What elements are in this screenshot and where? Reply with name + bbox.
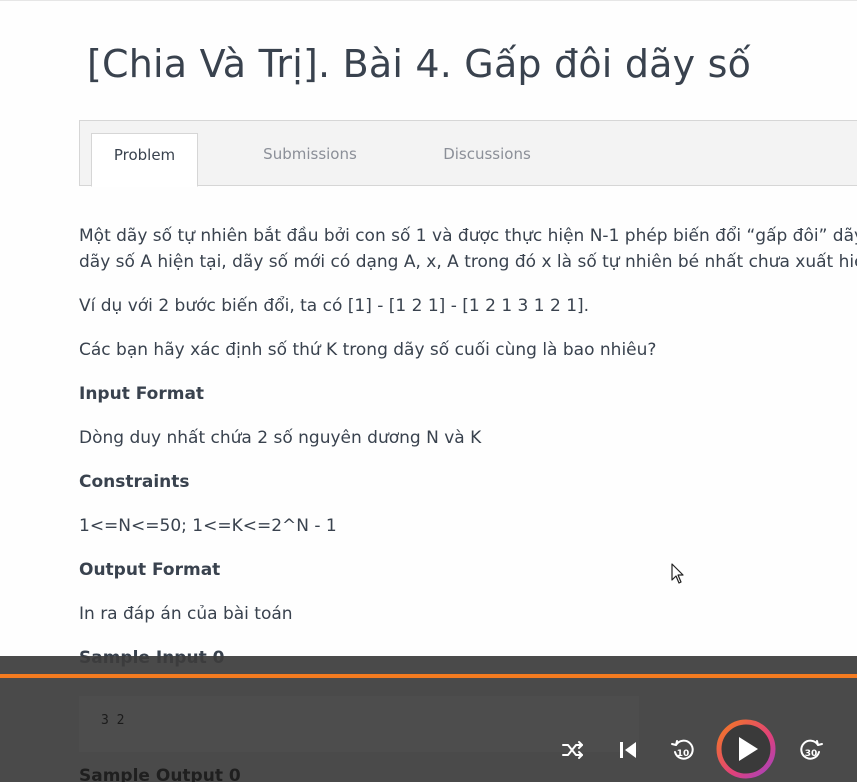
play-button[interactable]: [715, 718, 777, 780]
tab-problem[interactable]: Problem: [91, 133, 198, 187]
problem-intro-line-2: dãy số A hiện tại, dãy số mới có dạng A,…: [79, 252, 857, 272]
skip-previous-button[interactable]: [614, 736, 642, 764]
forward-30-label: 30: [805, 749, 818, 759]
rewind-10-button[interactable]: 10: [668, 735, 698, 765]
forward-30-button[interactable]: 30: [796, 735, 826, 765]
playback-progress-bar[interactable]: [0, 674, 857, 678]
sample-output-heading: Sample Output 0: [79, 766, 241, 782]
rewind-10-label: 10: [677, 749, 690, 759]
shuffle-icon: [562, 741, 583, 759]
tab-discussions[interactable]: Discussions: [430, 133, 544, 187]
forward-30-icon: 30: [800, 739, 823, 760]
input-format-heading: Input Format: [79, 384, 205, 404]
sample-input-box: [79, 696, 639, 752]
problem-example: Ví dụ với 2 bước biến đổi, ta có [1] - […: [79, 296, 590, 316]
page-title: [Chia Và Trị]. Bài 4. Gấp đôi dãy số: [87, 42, 752, 86]
mouse-cursor-icon: [671, 563, 684, 584]
tab-bar: Problem Submissions Discussions: [79, 120, 857, 187]
skip-previous-icon: [620, 742, 636, 758]
tab-submissions[interactable]: Submissions: [250, 133, 370, 187]
play-icon: [716, 719, 776, 779]
top-divider: [0, 0, 857, 1]
constraints-heading: Constraints: [79, 472, 190, 492]
output-format-heading: Output Format: [79, 560, 221, 580]
shuffle-button[interactable]: [559, 736, 587, 764]
problem-page: [Chia Và Trị]. Bài 4. Gấp đôi dãy số Pro…: [0, 0, 857, 782]
output-format-text: In ra đáp án của bài toán: [79, 604, 293, 624]
input-format-text: Dòng duy nhất chứa 2 số nguyên dương N v…: [79, 428, 482, 448]
media-player-bar: 3 2 Sample Output 0 10 30: [0, 656, 857, 782]
problem-intro-line-1: Một dãy số tự nhiên bắt đầu bởi con số 1…: [79, 226, 857, 246]
problem-question: Các bạn hãy xác định số thứ K trong dãy …: [79, 340, 657, 360]
rewind-10-icon: 10: [671, 739, 694, 760]
constraints-text: 1<=N<=50; 1<=K<=2^N - 1: [79, 516, 337, 536]
sample-input-value: 3 2: [101, 713, 125, 728]
